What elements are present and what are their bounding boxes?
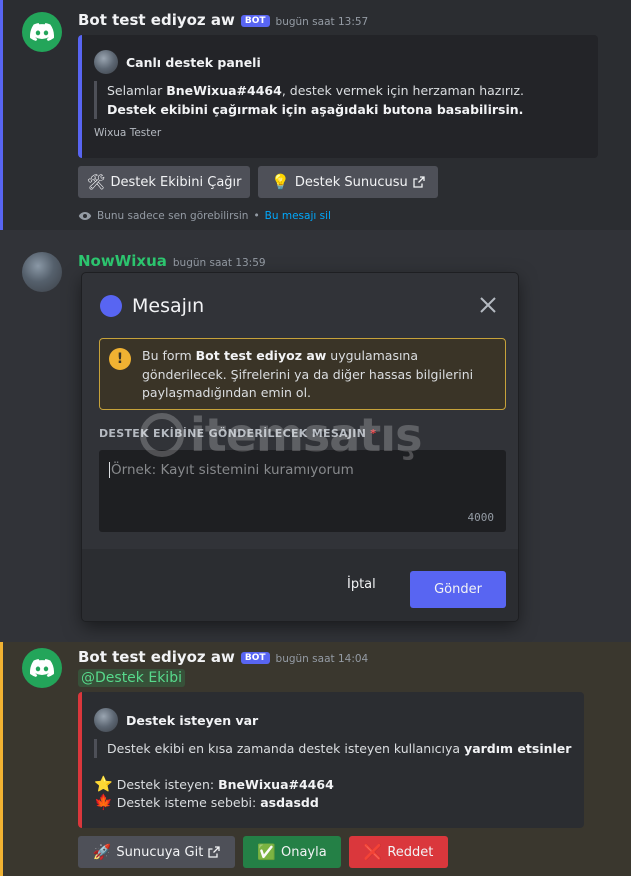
embed-accent-bar <box>78 35 82 158</box>
reason-field: 🍁 Destek isteme sebebi: asdasdd <box>94 793 319 811</box>
go-to-server-label: Sunucuya Git <box>116 844 204 860</box>
discord-logo-icon <box>30 659 54 677</box>
embed-accent-bar <box>78 692 82 828</box>
support-panel-embed: Canlı destek paneli Selamlar BneWixua#44… <box>78 35 598 158</box>
embed-author-name: Destek isteyen var <box>126 712 259 728</box>
author-avatar <box>94 708 118 732</box>
description-user: BneWixua#4464 <box>166 83 282 98</box>
warning-icon: ! <box>109 348 131 370</box>
message-header: Bot test ediyoz aw BOT bugün saat 13:57 <box>78 11 368 29</box>
embed-description: Destek ekibi en kısa zamanda destek iste… <box>94 739 574 758</box>
field-label-text: DESTEK EKİBİNE GÖNDERİLECEK MESAJIN <box>99 427 367 440</box>
timestamp: bugün saat 14:04 <box>275 653 369 665</box>
call-support-team-label: Destek Ekibini Çağır <box>110 174 242 190</box>
modal-header: Mesajın <box>100 295 204 317</box>
timestamp: bugün saat 13:59 <box>172 257 266 269</box>
bot-username[interactable]: Bot test ediyoz aw <box>78 11 235 29</box>
requester-label: Destek isteyen: <box>116 777 215 792</box>
submit-button[interactable]: Gönder <box>410 571 506 608</box>
approve-button[interactable]: ✅ Onayla <box>243 836 341 868</box>
requester-value: BneWixua#4464 <box>218 777 334 792</box>
modal-title: Mesajın <box>132 295 205 317</box>
bot-message-panel: Bot test ediyoz aw BOT bugün saat 13:57 … <box>0 0 631 230</box>
description-text: Selamlar <box>107 83 167 98</box>
app-icon <box>100 295 122 317</box>
approve-label: Onayla <box>280 844 327 860</box>
warning-text-pre: Bu form <box>142 348 196 363</box>
support-message-textarea[interactable]: Örnek: Kayıt sistemini kuramıyorum 4000 <box>99 450 506 532</box>
ephemeral-notice: Bunu sadece sen görebilirsin • Bu mesajı… <box>78 210 331 222</box>
dismiss-message-link[interactable]: Bu mesajı sil <box>265 210 331 222</box>
modal-footer: İptal Gönder <box>82 549 518 621</box>
timestamp: bugün saat 13:57 <box>275 16 369 28</box>
message-field-label: DESTEK EKİBİNE GÖNDERİLECEK MESAJIN * <box>99 427 376 440</box>
maple-leaf-icon: 🍁 <box>94 793 113 811</box>
warning-text: Bu form Bot test ediyoz aw uygulamasına … <box>142 347 498 403</box>
description-bold: Destek ekibini çağırmak için aşağıdaki b… <box>107 102 524 117</box>
embed-author: Destek isteyen var <box>94 708 258 732</box>
tools-icon: 🛠 <box>86 172 106 191</box>
cancel-button[interactable]: İptal <box>347 577 376 592</box>
support-server-label: Destek Sunucusu <box>294 174 408 190</box>
textarea-placeholder: Örnek: Kayıt sistemini kuramıyorum <box>109 462 354 478</box>
eye-icon <box>78 212 92 220</box>
external-link-icon <box>413 176 425 188</box>
author-avatar <box>94 50 118 74</box>
bot-badge: BOT <box>240 652 270 664</box>
bot-avatar-discord-icon[interactable] <box>22 12 62 52</box>
submit-label: Gönder <box>434 582 482 597</box>
reason-value: asdasdd <box>260 795 319 810</box>
discord-logo-icon <box>30 23 54 41</box>
close-icon[interactable] <box>478 295 498 315</box>
support-server-link-button[interactable]: 💡 Destek Sunucusu <box>258 166 438 198</box>
warning-box: ! Bu form Bot test ediyoz aw uygulamasın… <box>99 338 506 410</box>
user-avatar[interactable] <box>22 252 62 292</box>
lightbulb-icon: 💡 <box>271 172 290 191</box>
embed-author: Canlı destek paneli <box>94 50 261 74</box>
message-modal: Mesajın ! Bu form Bot test ediyoz aw uyg… <box>82 273 518 621</box>
rocket-icon: 🚀 <box>92 842 112 861</box>
support-request-embed: Destek isteyen var Destek ekibi en kısa … <box>78 692 584 828</box>
bot-badge: BOT <box>240 15 270 27</box>
description-text-mid: , destek vermek için herzaman hazırız. <box>281 83 524 98</box>
call-support-team-button[interactable]: 🛠 Destek Ekibini Çağır <box>78 166 250 198</box>
requester-field: ⭐ Destek isteyen: BneWixua#4464 <box>94 775 334 793</box>
ephemeral-separator: • <box>253 210 260 222</box>
description-text: Destek ekibi en kısa zamanda destek iste… <box>107 741 465 756</box>
message-header: Bot test ediyoz aw BOT bugün saat 14:04 <box>78 648 368 666</box>
warning-app-name: Bot test ediyoz aw <box>195 348 327 363</box>
embed-description: Selamlar BneWixua#4464, destek vermek iç… <box>94 81 564 119</box>
embed-footer: Wixua Tester <box>94 127 162 139</box>
check-icon: ✅ <box>257 842 276 861</box>
go-to-server-link-button[interactable]: 🚀 Sunucuya Git <box>78 836 235 868</box>
bot-username[interactable]: Bot test ediyoz aw <box>78 648 235 666</box>
description-bold: yardım etsinler <box>464 741 572 756</box>
reject-button[interactable]: ❌ Reddet <box>349 836 448 868</box>
role-mention[interactable]: @Destek Ekibi <box>78 669 185 687</box>
required-marker: * <box>370 427 377 440</box>
user-username[interactable]: NowWixua <box>78 252 167 270</box>
reject-label: Reddet <box>387 844 434 860</box>
embed-author-name: Canlı destek paneli <box>126 54 261 70</box>
bot-avatar-discord-icon[interactable] <box>22 648 62 688</box>
reason-label: Destek isteme sebebi: <box>116 795 257 810</box>
character-limit: 4000 <box>467 511 495 524</box>
message-header: NowWixua bugün saat 13:59 <box>78 252 266 270</box>
external-link-icon <box>208 846 220 858</box>
cross-icon: ❌ <box>363 842 383 861</box>
ephemeral-text: Bunu sadece sen görebilirsin <box>97 210 249 222</box>
star-icon: ⭐ <box>94 775 113 793</box>
